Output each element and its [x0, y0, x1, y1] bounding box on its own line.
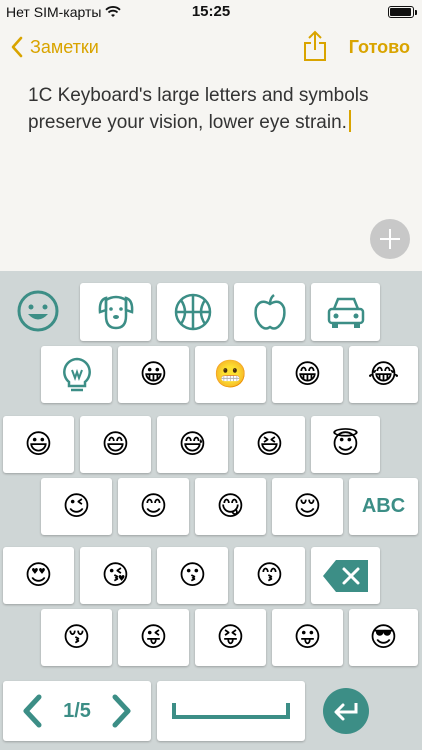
navigation-bar: Заметки Готово — [0, 24, 422, 70]
status-time: 15:25 — [191, 3, 231, 20]
emoji-key[interactable]: 😄 — [80, 416, 151, 473]
category-smiley[interactable] — [16, 289, 60, 338]
emoji-key[interactable] — [41, 346, 112, 403]
category-travel[interactable] — [311, 283, 380, 341]
chevron-left-icon[interactable] — [21, 694, 43, 728]
lightbulb-icon — [62, 357, 91, 391]
status-bar: Нет SIM-карты 15:25 — [0, 0, 422, 24]
space-icon — [172, 703, 290, 719]
category-animals[interactable] — [80, 283, 151, 341]
add-button[interactable] — [370, 219, 410, 259]
page-navigator[interactable]: 1/5 — [3, 681, 151, 741]
emoji-key[interactable]: 😁 — [272, 346, 343, 403]
emoji-key[interactable]: 😅 — [157, 416, 228, 473]
apple-icon — [253, 294, 286, 330]
emoji-key[interactable]: 😝 — [195, 609, 266, 666]
done-button[interactable]: Готово — [349, 37, 410, 58]
emoji-keyboard: 😀 😬 😁 😂 😃 😄 😅 😆 😇 😉 😊 😋 😌 ABC 😍 😘 😗 😙 😚 … — [0, 271, 422, 750]
smiley-face-icon — [17, 290, 59, 332]
delete-button[interactable] — [311, 547, 380, 604]
emoji-key[interactable]: 😘 — [80, 547, 151, 604]
chevron-right-icon[interactable] — [111, 694, 133, 728]
emoji-key[interactable]: 😊 — [118, 478, 189, 535]
dog-icon — [98, 295, 133, 330]
chevron-left-icon — [11, 36, 23, 58]
emoji-key[interactable]: 😬 — [195, 346, 266, 403]
emoji-key[interactable]: 😌 — [272, 478, 343, 535]
emoji-key[interactable]: 😆 — [234, 416, 305, 473]
share-icon — [304, 30, 326, 61]
category-activity[interactable] — [157, 283, 228, 341]
emoji-key[interactable]: 😀 — [118, 346, 189, 403]
space-button[interactable] — [157, 681, 305, 741]
emoji-key[interactable]: 😚 — [41, 609, 112, 666]
emoji-key[interactable]: 😋 — [195, 478, 266, 535]
back-label: Заметки — [30, 36, 99, 57]
emoji-key[interactable]: 😉 — [41, 478, 112, 535]
note-text-area[interactable]: 1C Keyboard's large letters and symbols … — [28, 82, 398, 136]
emoji-key[interactable]: 😜 — [118, 609, 189, 666]
note-text: 1C Keyboard's large letters and symbols … — [28, 85, 369, 133]
emoji-key[interactable]: 😗 — [157, 547, 228, 604]
share-button[interactable] — [302, 30, 328, 67]
return-button[interactable] — [311, 681, 380, 741]
emoji-key[interactable]: 😂 — [349, 346, 418, 403]
category-food[interactable] — [234, 283, 305, 341]
emoji-key[interactable]: 😇 — [311, 416, 380, 473]
emoji-key[interactable]: 😃 — [3, 416, 74, 473]
backspace-icon — [322, 559, 368, 592]
abc-button[interactable]: ABC — [349, 478, 418, 535]
emoji-key[interactable]: 😙 — [234, 547, 305, 604]
basketball-icon — [174, 293, 211, 331]
back-button[interactable]: Заметки — [10, 36, 99, 58]
emoji-key[interactable]: 😍 — [3, 547, 74, 604]
car-icon — [327, 297, 364, 328]
emoji-key[interactable]: 😎 — [349, 609, 418, 666]
return-icon — [322, 688, 369, 734]
page-indicator: 1/5 — [63, 699, 91, 722]
text-cursor — [348, 110, 351, 132]
emoji-key[interactable]: 😛 — [272, 609, 343, 666]
battery-icon — [388, 6, 417, 18]
